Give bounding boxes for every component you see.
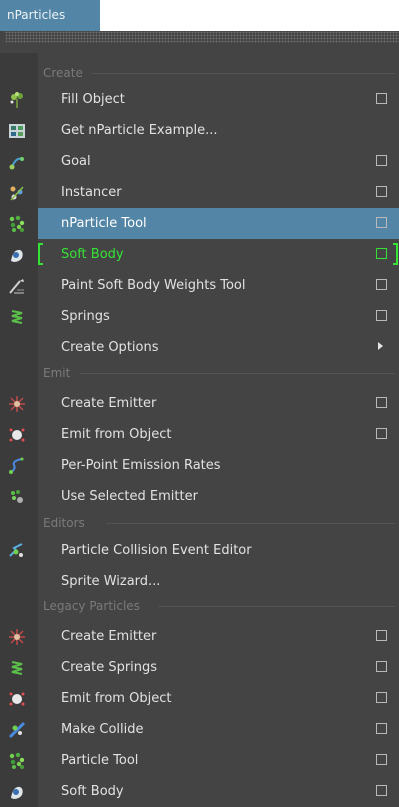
menu-item-label: Create Emitter [61, 396, 157, 411]
option-box[interactable] [376, 692, 387, 703]
menu-item-label: Particle Collision Event Editor [61, 543, 252, 558]
option-box[interactable] [376, 630, 387, 641]
menu-item-label: Make Collide [61, 722, 144, 737]
emit-from-object-icon [9, 428, 25, 442]
section-header-emit: Emit [0, 360, 399, 386]
highlight-bracket-right [393, 243, 398, 265]
menu-item-create-options[interactable]: Create Options [0, 332, 399, 363]
menu-item-use-selected-emitter[interactable]: Use Selected Emitter [0, 481, 399, 512]
menu-item-label: Soft Body [61, 247, 124, 262]
menu-item-nparticle-tool[interactable]: nParticle Tool [9, 208, 399, 239]
menu-item-label: Fill Object [61, 92, 125, 107]
nparticle-tool-icon [9, 215, 25, 232]
menu-item-springs[interactable]: Springs [0, 301, 399, 332]
option-box[interactable] [376, 217, 387, 228]
menu-item-label: Instancer [61, 185, 122, 200]
section-divider [92, 73, 395, 74]
menu-item-label: Create Options [61, 340, 159, 355]
option-box[interactable] [376, 754, 387, 765]
collision-event-icon [9, 543, 23, 557]
menu-item-paint-soft-body-weights-tool[interactable]: Paint Soft Body Weights Tool [0, 270, 399, 301]
springs-icon [11, 310, 23, 324]
menu-item-get-nparticle-example[interactable]: Get nParticle Example... [0, 115, 399, 146]
menu-item-legacy-create-emitter[interactable]: Create Emitter [0, 621, 399, 652]
menu-item-label: Paint Soft Body Weights Tool [61, 278, 246, 293]
section-divider [106, 523, 395, 524]
option-box[interactable] [376, 310, 387, 321]
make-collide-icon [8, 721, 26, 739]
menu-item-legacy-create-springs[interactable]: Create Springs [0, 652, 399, 683]
section-label: Create [43, 66, 83, 80]
menu-item-legacy-make-collide[interactable]: Make Collide [0, 714, 399, 745]
particle-tool-icon [9, 752, 25, 769]
option-box[interactable] [376, 785, 387, 796]
option-box[interactable] [376, 248, 387, 259]
section-header-editors: Editors [0, 510, 399, 536]
menu-tab-nparticles[interactable]: nParticles [0, 0, 100, 31]
menu-item-soft-body[interactable]: Soft Body [0, 239, 399, 270]
selected-emitter-icon [11, 490, 23, 503]
menu-item-label: Springs [61, 309, 110, 324]
tear-off-handle[interactable] [5, 31, 399, 43]
menu-item-label: Create Emitter [61, 629, 157, 644]
menu-item-label: Goal [61, 154, 91, 169]
emission-rates-icon [9, 457, 24, 474]
goal-icon [9, 157, 24, 170]
instancer-icon [10, 186, 24, 201]
section-label: Editors [43, 516, 85, 530]
option-box[interactable] [376, 723, 387, 734]
option-box[interactable] [376, 155, 387, 166]
menu-item-label: Create Springs [61, 660, 158, 675]
highlight-bracket-left [38, 243, 43, 265]
menu-item-legacy-soft-body[interactable]: Soft Body [0, 776, 399, 807]
option-box[interactable] [376, 397, 387, 408]
section-label: Emit [43, 366, 71, 380]
emitter-icon [9, 629, 25, 645]
menu-item-legacy-particle-tool[interactable]: Particle Tool [0, 745, 399, 776]
section-divider [80, 373, 395, 374]
example-icon [9, 124, 25, 138]
section-header-legacy-particles: Legacy Particles [0, 593, 399, 619]
option-box[interactable] [376, 661, 387, 672]
option-box[interactable] [376, 279, 387, 290]
menu-item-goal[interactable]: Goal [0, 146, 399, 177]
menu-item-label: Emit from Object [61, 691, 172, 706]
menu-item-label: Use Selected Emitter [61, 489, 198, 504]
springs-icon [11, 661, 23, 675]
option-box[interactable] [376, 428, 387, 439]
soft-body-icon [11, 249, 23, 262]
submenu-arrow-icon [378, 342, 383, 350]
menu-item-label: nParticle Tool [61, 216, 147, 231]
option-box[interactable] [376, 186, 387, 197]
fill-object-icon [10, 92, 23, 108]
soft-body-icon [11, 786, 23, 799]
section-header-create: Create [0, 60, 399, 86]
emit-from-object-icon [9, 692, 25, 706]
option-box[interactable] [376, 93, 387, 104]
emitter-icon [9, 396, 25, 412]
menu-item-label: Emit from Object [61, 427, 172, 442]
menu-item-per-point-emission-rates[interactable]: Per-Point Emission Rates [0, 450, 399, 481]
menu-item-create-emitter[interactable]: Create Emitter [0, 388, 399, 419]
menu-item-label: Particle Tool [61, 753, 139, 768]
menu-item-fill-object[interactable]: Fill Object [0, 84, 399, 115]
menu-item-label: Soft Body [61, 784, 124, 799]
nparticles-menu: Create Fill Object Get nParticle Example… [0, 31, 399, 807]
paint-brush-icon [9, 279, 24, 294]
menu-item-particle-collision-event-editor[interactable]: Particle Collision Event Editor [0, 535, 399, 566]
menu-item-label: Per-Point Emission Rates [61, 458, 221, 473]
menu-item-label: Get nParticle Example... [61, 123, 218, 138]
menu-item-emit-from-object[interactable]: Emit from Object [0, 419, 399, 450]
section-label: Legacy Particles [43, 599, 140, 613]
section-divider [158, 606, 395, 607]
menu-item-legacy-emit-from-object[interactable]: Emit from Object [0, 683, 399, 714]
menu-item-instancer[interactable]: Instancer [0, 177, 399, 208]
